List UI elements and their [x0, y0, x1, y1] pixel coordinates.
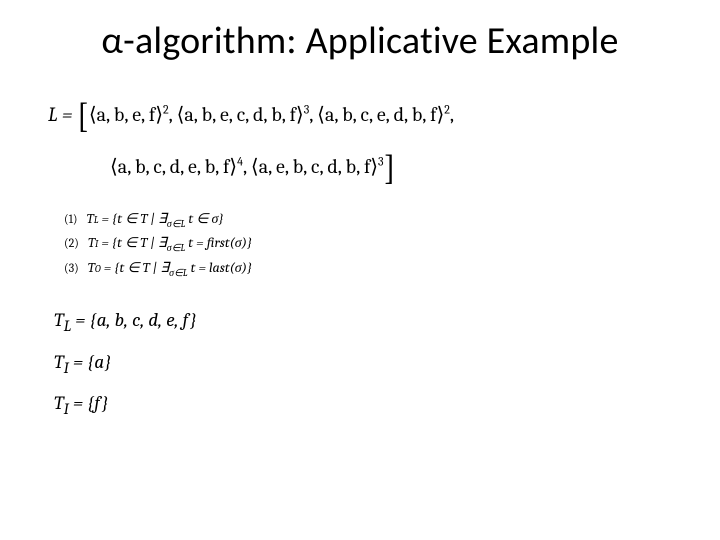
algorithm-steps: (1) TL = {t ∈ T | ∃σ∈L t ∈ σ} (2) TI = {… [64, 208, 672, 281]
results-block: TL = {a, b, c, d, e, f} TI = {a} TI = {f… [54, 309, 672, 418]
log-line-1: L = [⟨a, b, e, f⟩2, ⟨a, b, e, c, d, b, f… [48, 100, 672, 126]
trace-5: ⟨a, e, b, c, d, b, f⟩ [251, 155, 378, 178]
step-1: (1) TL = {t ∈ T | ∃σ∈L t ∈ σ} [64, 208, 672, 232]
step-body-2: = {t ∈ T | ∃ [98, 234, 166, 251]
ti-lhs: T [54, 351, 64, 373]
exp-3: 2 [444, 102, 450, 116]
result-ti: TI = {a} [54, 351, 672, 377]
step-body-1: = {t ∈ T | ∃ [98, 210, 166, 227]
exp-4: 4 [237, 154, 243, 168]
step-esub-2: σ∈L [167, 242, 185, 254]
log-prefix: L = [48, 103, 77, 126]
step-lhs-1: T [87, 210, 94, 227]
step-tail-2: t = first(σ)} [185, 234, 252, 251]
step-lhs-2: T [88, 234, 95, 251]
step-num-1: (1) [64, 212, 78, 226]
to-rhs: = {f} [69, 392, 109, 414]
trace-4: ⟨a, b, c, d, e, b, f⟩ [110, 155, 237, 178]
step-body-3: = {t ∈ T | ∃ [101, 259, 169, 276]
result-tl: TL = {a, b, c, d, e, f} [54, 309, 672, 335]
slide: α-algorithm: Applicative Example L = [⟨a… [0, 0, 720, 540]
step-3: (3) TO = {t ∈ T | ∃σ∈L t = last(σ)} [64, 257, 672, 281]
slide-title: α-algorithm: Applicative Example [48, 18, 672, 64]
step-esub-1: σ∈L [167, 218, 185, 230]
log-line-2: ⟨a, b, c, d, e, b, f⟩4, ⟨a, e, b, c, d, … [48, 152, 672, 178]
open-bracket-icon: [ [77, 106, 89, 126]
step-2: (2) TI = {t ∈ T | ∃σ∈L t = first(σ)} [64, 232, 672, 256]
trace-1: ⟨a, b, e, f⟩ [89, 103, 163, 126]
result-to: TI = {f} [54, 392, 672, 418]
ti-rhs: = {a} [69, 351, 111, 373]
step-tail-3: t = last(σ)} [188, 259, 253, 276]
tl-lhs: T [54, 309, 64, 331]
to-lhs: T [54, 392, 64, 414]
step-lhs-3: T [88, 259, 95, 276]
trace-2: ⟨a, b, e, c, d, b, f⟩ [177, 103, 304, 126]
close-bracket-icon: ] [384, 158, 396, 178]
step-tail-1: t ∈ σ} [185, 210, 223, 227]
tl-rhs: = {a, b, c, d, e, f} [71, 309, 197, 331]
exp-1: 2 [163, 102, 169, 116]
step-esub-3: σ∈L [169, 266, 187, 278]
exp-2: 3 [304, 102, 310, 116]
trace-3: ⟨a, b, c, e, d, b, f⟩ [317, 103, 444, 126]
tl-sub: L [64, 317, 72, 335]
event-log: L = [⟨a, b, e, f⟩2, ⟨a, b, e, c, d, b, f… [48, 100, 672, 178]
step-num-3: (3) [64, 261, 79, 275]
step-num-2: (2) [64, 236, 79, 250]
